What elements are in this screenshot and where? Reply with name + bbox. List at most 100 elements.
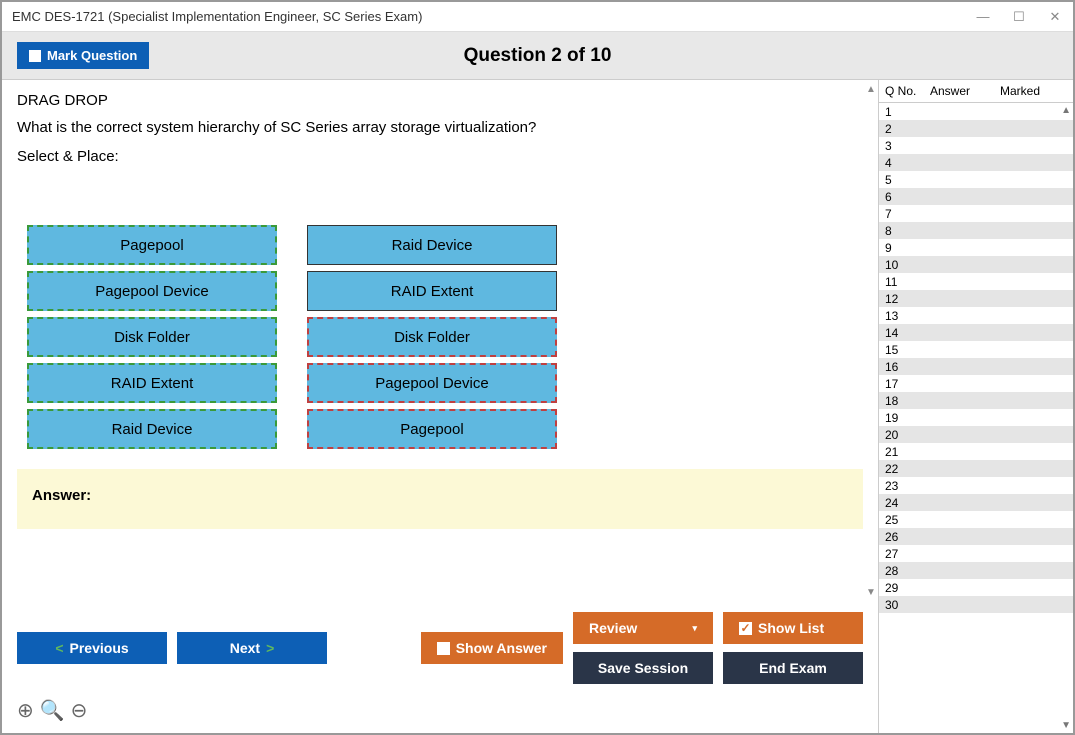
list-row[interactable]: 12 bbox=[879, 290, 1073, 307]
close-icon[interactable]: ✕ bbox=[1047, 9, 1063, 25]
list-row[interactable]: 19 bbox=[879, 409, 1073, 426]
list-row-qno: 10 bbox=[885, 258, 925, 272]
titlebar: EMC DES-1721 (Specialist Implementation … bbox=[2, 2, 1073, 32]
zoom-out-icon[interactable]: ⊖ bbox=[71, 698, 88, 723]
list-row[interactable]: 21 bbox=[879, 443, 1073, 460]
drop-target-item[interactable]: Pagepool bbox=[307, 409, 557, 449]
zoom-in-icon[interactable]: ⊕ bbox=[17, 698, 34, 723]
review-button[interactable]: Review ▾ bbox=[573, 612, 713, 644]
list-row[interactable]: 27 bbox=[879, 545, 1073, 562]
drop-target-item[interactable]: Disk Folder bbox=[307, 317, 557, 357]
list-row[interactable]: 15 bbox=[879, 341, 1073, 358]
list-row[interactable]: 11 bbox=[879, 273, 1073, 290]
target-column: Raid Device RAID Extent Disk Folder Page… bbox=[307, 225, 557, 449]
previous-button[interactable]: < Previous bbox=[17, 632, 167, 664]
list-row[interactable]: 8 bbox=[879, 222, 1073, 239]
list-row[interactable]: 24 bbox=[879, 494, 1073, 511]
question-list[interactable]: ▲ ▼ 123456789101112131415161718192021222… bbox=[879, 103, 1073, 733]
drop-target-item[interactable]: Raid Device bbox=[307, 225, 557, 265]
list-row-qno: 15 bbox=[885, 343, 925, 357]
list-row[interactable]: 13 bbox=[879, 307, 1073, 324]
list-row-qno: 11 bbox=[885, 275, 925, 289]
list-row[interactable]: 6 bbox=[879, 188, 1073, 205]
window-title: EMC DES-1721 (Specialist Implementation … bbox=[12, 9, 975, 24]
list-row-qno: 1 bbox=[885, 105, 925, 119]
checkbox-icon bbox=[29, 50, 41, 62]
zoom-reset-icon[interactable]: 🔍 bbox=[40, 698, 65, 723]
list-row[interactable]: 22 bbox=[879, 460, 1073, 477]
col-review-save: Review ▾ Save Session bbox=[573, 612, 713, 684]
list-row[interactable]: 18 bbox=[879, 392, 1073, 409]
list-row[interactable]: 23 bbox=[879, 477, 1073, 494]
list-row[interactable]: 7 bbox=[879, 205, 1073, 222]
minimize-icon[interactable]: — bbox=[975, 9, 991, 25]
question-scroll[interactable]: ▲ DRAG DROP What is the correct system h… bbox=[2, 80, 878, 602]
col-showlist-end: Show List End Exam bbox=[723, 612, 863, 684]
list-row-qno: 4 bbox=[885, 156, 925, 170]
drag-source-item[interactable]: RAID Extent bbox=[27, 363, 277, 403]
drag-source-item[interactable]: Raid Device bbox=[27, 409, 277, 449]
app-window: EMC DES-1721 (Specialist Implementation … bbox=[0, 0, 1075, 735]
list-row[interactable]: 5 bbox=[879, 171, 1073, 188]
window-controls: — ☐ ✕ bbox=[975, 9, 1063, 25]
list-header: Q No. Answer Marked bbox=[879, 80, 1073, 103]
source-column: Pagepool Pagepool Device Disk Folder RAI… bbox=[27, 225, 277, 449]
list-row[interactable]: 28 bbox=[879, 562, 1073, 579]
list-row[interactable]: 16 bbox=[879, 358, 1073, 375]
main-area: ▲ DRAG DROP What is the correct system h… bbox=[2, 80, 1073, 733]
mark-question-button[interactable]: Mark Question bbox=[17, 42, 149, 69]
drop-target-item[interactable]: RAID Extent bbox=[307, 271, 557, 311]
list-row[interactable]: 26 bbox=[879, 528, 1073, 545]
question-text: What is the correct system hierarchy of … bbox=[17, 119, 863, 136]
show-list-button[interactable]: Show List bbox=[723, 612, 863, 644]
drop-target-item[interactable]: Pagepool Device bbox=[307, 363, 557, 403]
list-row[interactable]: 1 bbox=[879, 103, 1073, 120]
list-row-qno: 30 bbox=[885, 598, 925, 612]
list-row-qno: 19 bbox=[885, 411, 925, 425]
list-row[interactable]: 9 bbox=[879, 239, 1073, 256]
list-row-qno: 18 bbox=[885, 394, 925, 408]
list-row[interactable]: 10 bbox=[879, 256, 1073, 273]
list-row[interactable]: 30 bbox=[879, 596, 1073, 613]
list-row-qno: 2 bbox=[885, 122, 925, 136]
drag-source-item[interactable]: Disk Folder bbox=[27, 317, 277, 357]
list-row-qno: 9 bbox=[885, 241, 925, 255]
list-row[interactable]: 25 bbox=[879, 511, 1073, 528]
list-row[interactable]: 2 bbox=[879, 120, 1073, 137]
list-row[interactable]: 14 bbox=[879, 324, 1073, 341]
list-row[interactable]: 17 bbox=[879, 375, 1073, 392]
next-button[interactable]: Next > bbox=[177, 632, 327, 664]
chevron-right-icon: > bbox=[266, 640, 274, 656]
maximize-icon[interactable]: ☐ bbox=[1011, 9, 1027, 25]
list-scroll-down-icon[interactable]: ▼ bbox=[1061, 720, 1071, 731]
dropdown-icon: ▾ bbox=[692, 623, 697, 634]
header-bar: Mark Question Question 2 of 10 bbox=[2, 32, 1073, 80]
next-label: Next bbox=[230, 640, 260, 656]
list-row[interactable]: 3 bbox=[879, 137, 1073, 154]
drag-source-item[interactable]: Pagepool Device bbox=[27, 271, 277, 311]
checkbox-icon bbox=[437, 642, 450, 655]
question-counter: Question 2 of 10 bbox=[464, 45, 612, 67]
answer-box: Answer: bbox=[17, 469, 863, 529]
question-list-panel: Q No. Answer Marked ▲ ▼ 1234567891011121… bbox=[878, 80, 1073, 733]
question-instruction: Select & Place: bbox=[17, 148, 863, 165]
list-row[interactable]: 20 bbox=[879, 426, 1073, 443]
list-row[interactable]: 4 bbox=[879, 154, 1073, 171]
question-type: DRAG DROP bbox=[17, 92, 863, 109]
footer-bar: < Previous Next > Show Answer Review bbox=[2, 602, 878, 694]
save-session-button[interactable]: Save Session bbox=[573, 652, 713, 684]
list-row-qno: 5 bbox=[885, 173, 925, 187]
show-answer-button[interactable]: Show Answer bbox=[421, 632, 563, 664]
end-exam-button[interactable]: End Exam bbox=[723, 652, 863, 684]
scroll-down-icon[interactable]: ▼ bbox=[866, 587, 876, 598]
review-label: Review bbox=[589, 620, 637, 636]
list-row-qno: 7 bbox=[885, 207, 925, 221]
list-row-qno: 6 bbox=[885, 190, 925, 204]
list-row[interactable]: 29 bbox=[879, 579, 1073, 596]
list-row-qno: 27 bbox=[885, 547, 925, 561]
scroll-up-icon[interactable]: ▲ bbox=[866, 84, 876, 95]
drag-source-item[interactable]: Pagepool bbox=[27, 225, 277, 265]
list-scroll-up-icon[interactable]: ▲ bbox=[1061, 105, 1071, 116]
list-row-qno: 26 bbox=[885, 530, 925, 544]
previous-label: Previous bbox=[70, 640, 129, 656]
